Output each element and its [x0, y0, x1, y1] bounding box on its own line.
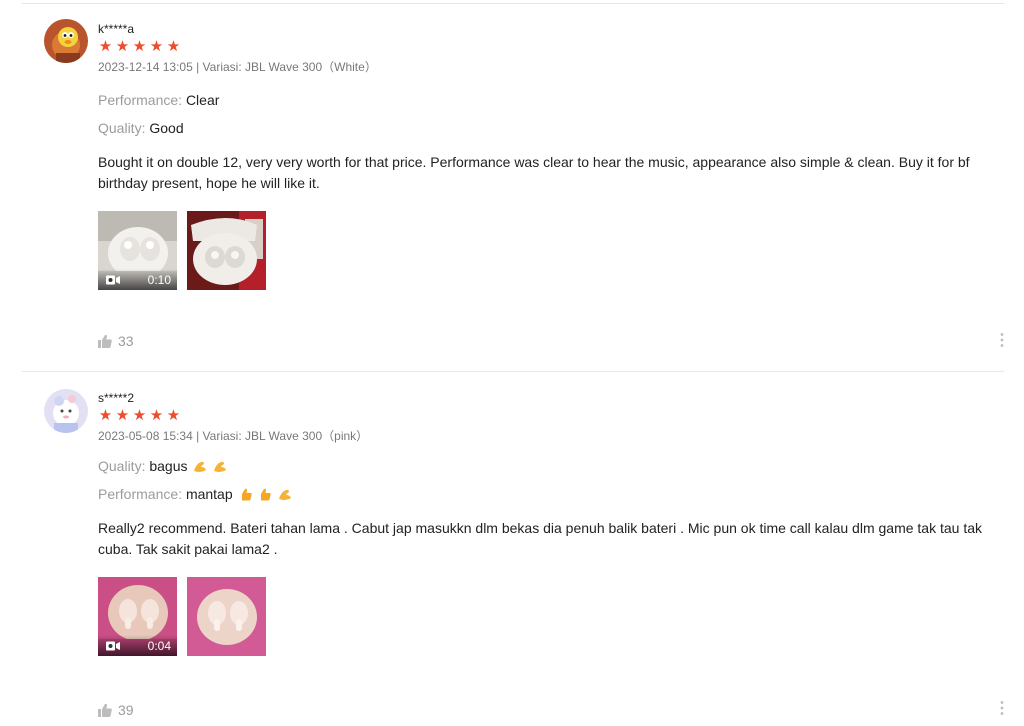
attribute-value: Clear — [185, 92, 220, 108]
like-button[interactable]: 39 — [98, 702, 134, 718]
video-camera-icon — [106, 275, 120, 284]
rating-stars: ★ ★ ★ ★ ★ — [98, 39, 1008, 55]
video-duration-bar: 0:10 — [98, 269, 177, 290]
star-icon: ★ — [166, 38, 181, 55]
star-icon: ★ — [149, 407, 164, 424]
star-icon: ★ — [98, 407, 113, 424]
attribute-value: bagus — [149, 458, 188, 474]
review-video-thumbnail[interactable]: 0:04 — [98, 577, 177, 656]
star-icon: ★ — [149, 38, 164, 55]
review-media: 0:04 — [98, 577, 1008, 656]
attribute-label: Quality: — [98, 120, 150, 136]
review-text: Really2 recommend. Bateri tahan lama . C… — [98, 520, 982, 557]
more-vertical-icon[interactable] — [999, 332, 1005, 348]
video-duration: 0:04 — [147, 638, 171, 653]
review-meta: 2023-05-08 15:34 | Variasi: JBL Wave 300… — [98, 429, 369, 443]
strong-arm-emoji-icon — [279, 489, 292, 500]
review-meta: 2023-12-14 13:05 | Variasi: JBL Wave 300… — [98, 60, 377, 74]
avatar[interactable] — [44, 19, 88, 63]
like-button[interactable]: 33 — [98, 333, 134, 349]
review-attribute: Quality: Good — [98, 120, 1008, 137]
review-attribute: Quality: bagus — [98, 458, 1008, 475]
review-video-thumbnail[interactable]: 0:10 — [98, 211, 177, 290]
like-count: 33 — [118, 333, 134, 349]
review-image-thumbnail[interactable] — [187, 211, 266, 290]
star-icon: ★ — [132, 407, 147, 424]
star-icon: ★ — [132, 38, 147, 55]
like-count: 39 — [118, 702, 134, 718]
thumbs-up-emoji-icon — [261, 488, 272, 501]
thumbs-up-emoji-icon — [241, 488, 252, 501]
thumbs-up-icon — [98, 703, 112, 717]
attribute-value: mantap — [185, 486, 233, 502]
strong-arm-emoji-icon — [194, 461, 207, 472]
attribute-value: Good — [149, 120, 184, 136]
attribute-label: Performance: — [98, 92, 186, 108]
rating-stars: ★ ★ ★ ★ ★ — [98, 408, 1008, 424]
reviewer-username: k*****a — [98, 22, 135, 36]
star-icon: ★ — [115, 38, 130, 55]
reviewer-username: s*****2 — [98, 391, 135, 405]
top-divider — [22, 0, 1004, 4]
review-divider — [22, 371, 1004, 372]
more-vertical-icon[interactable] — [999, 700, 1005, 716]
star-icon: ★ — [166, 407, 181, 424]
review-image-thumbnail[interactable] — [187, 577, 266, 656]
star-icon: ★ — [115, 407, 130, 424]
avatar[interactable] — [44, 389, 88, 433]
star-icon: ★ — [98, 38, 113, 55]
review-media: 0:10 — [98, 211, 1008, 290]
video-camera-icon — [106, 641, 120, 650]
attribute-label: Performance: — [98, 486, 186, 502]
video-duration-bar: 0:04 — [98, 635, 177, 656]
video-duration: 0:10 — [147, 272, 171, 287]
thumbs-up-icon — [98, 334, 112, 348]
attribute-label: Quality: — [98, 458, 150, 474]
review-attribute: Performance: mantap — [98, 486, 1008, 503]
strong-arm-emoji-icon — [214, 461, 227, 472]
review-text: Bought it on double 12, very very worth … — [98, 154, 970, 191]
review-attribute: Performance: Clear — [98, 92, 1008, 109]
